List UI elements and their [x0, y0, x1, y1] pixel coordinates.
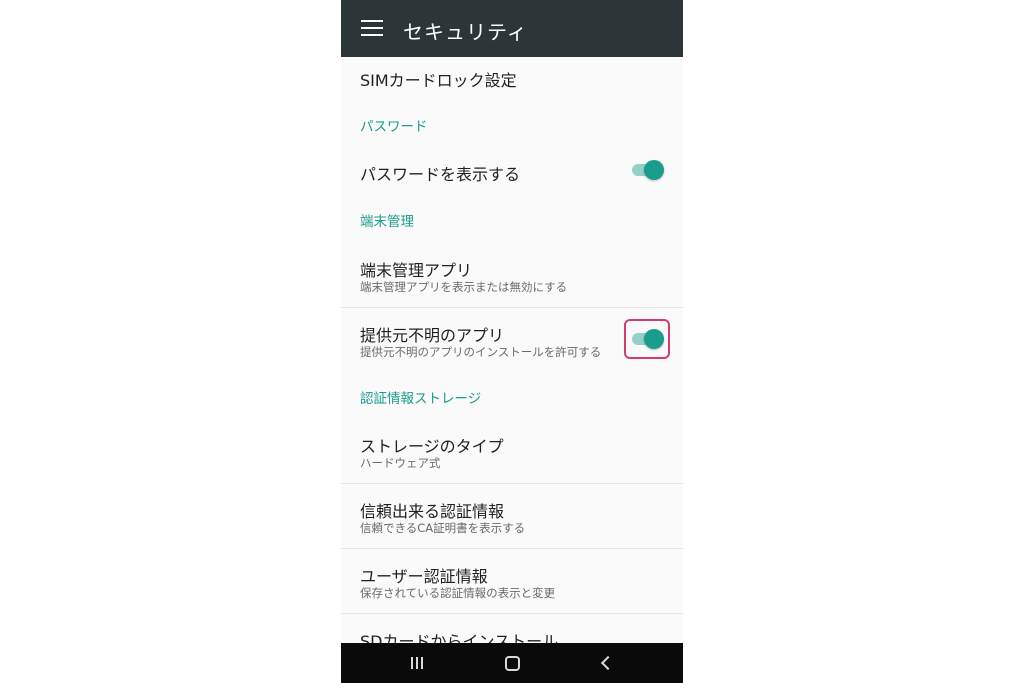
back-button[interactable]: [578, 643, 638, 683]
storage-type-title: ストレージのタイプ: [360, 437, 504, 456]
user-credentials-item[interactable]: ユーザー認証情報 保存されている認証情報の表示と変更: [341, 549, 683, 613]
hamburger-menu-icon[interactable]: [361, 20, 383, 36]
highlight-box: [624, 319, 670, 359]
install-from-sd-title: SDカードからインストール: [360, 632, 559, 643]
recents-icon: [411, 657, 425, 669]
storage-type-item[interactable]: ストレージのタイプ ハードウェア式: [341, 419, 683, 483]
user-credentials-title: ユーザー認証情報: [360, 567, 488, 586]
trusted-credentials-item[interactable]: 信頼出来る認証情報 信頼できるCA証明書を表示する: [341, 484, 683, 548]
home-icon: [505, 656, 520, 671]
user-credentials-subtitle: 保存されている認証情報の表示と変更: [360, 586, 556, 600]
page-title: セキュリティ: [403, 20, 528, 44]
sim-card-lock-item[interactable]: SIMカードロック設定: [341, 57, 683, 99]
install-from-sd-item[interactable]: SDカードからインストール: [341, 614, 683, 643]
home-button[interactable]: [482, 643, 542, 683]
sim-card-lock-title: SIMカードロック設定: [360, 71, 517, 90]
phone-screen: セキュリティ SIMカードロック設定 パスワード パスワードを表示する 端末管理…: [341, 0, 683, 683]
settings-list: SIMカードロック設定 パスワード パスワードを表示する 端末管理 端末管理アプ…: [341, 57, 683, 643]
show-password-item[interactable]: パスワードを表示する: [341, 147, 683, 195]
section-header-device-admin: 端末管理: [360, 214, 414, 230]
show-password-title: パスワードを表示する: [360, 165, 521, 184]
recents-button[interactable]: [387, 643, 447, 683]
device-admin-apps-item[interactable]: 端末管理アプリ 端末管理アプリを表示または無効にする: [341, 243, 683, 307]
section-header-credential-storage: 認証情報ストレージ: [360, 391, 482, 407]
unknown-sources-title: 提供元不明のアプリ: [360, 326, 505, 345]
trusted-credentials-title: 信頼出来る認証情報: [360, 502, 505, 521]
device-admin-apps-title: 端末管理アプリ: [360, 261, 473, 280]
section-header-password: パスワード: [360, 119, 428, 135]
show-password-toggle[interactable]: [632, 159, 666, 181]
unknown-sources-subtitle: 提供元不明のアプリのインストールを許可する: [360, 345, 602, 359]
app-bar: セキュリティ: [341, 0, 683, 57]
storage-type-subtitle: ハードウェア式: [360, 456, 441, 470]
trusted-credentials-subtitle: 信頼できるCA証明書を表示する: [360, 521, 526, 535]
navigation-bar: [341, 643, 683, 683]
back-icon: [600, 655, 616, 671]
device-admin-apps-subtitle: 端末管理アプリを表示または無効にする: [360, 280, 568, 294]
